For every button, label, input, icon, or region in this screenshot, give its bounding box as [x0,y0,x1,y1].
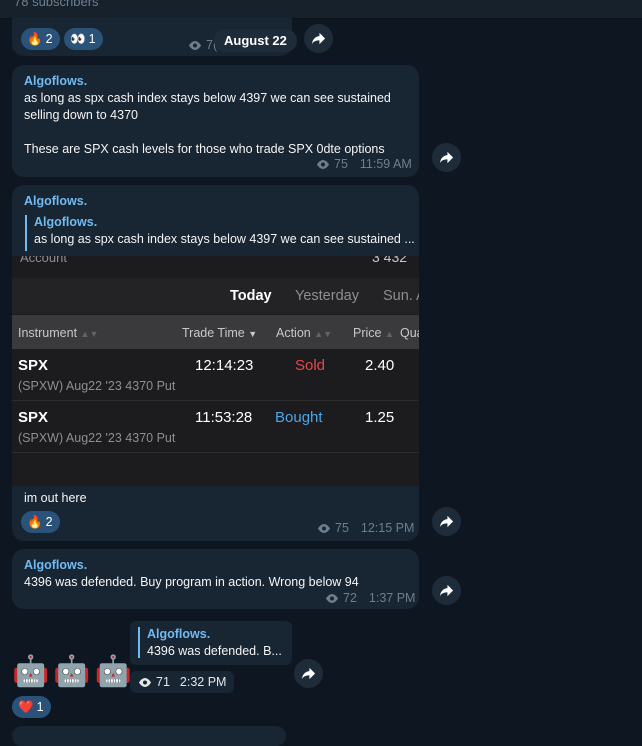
sort-desc-icon: ▼ [248,329,258,339]
sender-name[interactable]: Algoflows. [24,194,87,208]
reply-quote: Algoflows. 4396 was defended. B... [138,627,287,658]
message-bubble[interactable] [12,726,286,746]
share-icon [439,151,454,164]
subscribers-count: 78 subscribers [14,0,99,9]
column-price[interactable]: Price ▲ [353,326,394,340]
eye-icon [326,593,338,603]
row-symbol: SPX [18,357,49,374]
share-button[interactable] [432,143,461,172]
reaction-count: 2 [45,515,53,529]
date-separator: August 22 [214,29,297,52]
row-action-sold: Sold [295,357,326,374]
share-icon [311,32,326,45]
sort-icon: ▲▼ [80,329,99,339]
share-icon [439,515,454,528]
message-text-line: These are SPX cash levels for those who … [24,142,385,156]
view-count: 75 [334,157,348,171]
share-button[interactable] [432,576,461,605]
quote-sender: Algoflows. [34,215,98,229]
reaction-heart[interactable]: ❤️ 1 [12,696,51,718]
reaction-fire[interactable]: 🔥 2 [21,28,60,50]
message-bubble[interactable]: Algoflows. as long as spx cash index sta… [12,65,419,177]
message-meta: 75 12:15 PM [317,521,414,535]
table-row[interactable]: SPX (SPXW) Aug22 '23 4370 Put 11:53:28 B… [12,402,419,453]
message-text: 4396 was defended. Buy program in action… [24,575,359,589]
share-icon [301,667,316,680]
message-meta: 75 11:59 AM [316,157,412,171]
message-bubble[interactable]: Algoflows. 4396 was defended. Buy progra… [12,549,419,609]
reaction-count: 1 [36,700,44,714]
column-action[interactable]: Action ▲▼ [276,326,332,340]
reaction-eyes[interactable]: 👀 1 [64,28,103,50]
message-time: 11:59 AM [359,157,412,171]
column-quantity[interactable]: Qua [400,326,419,340]
reply-quote[interactable]: Algoflows. as long as spx cash index sta… [25,215,419,251]
fire-emoji: 🔥 [27,31,43,46]
row-price: 2.40 [365,357,395,374]
quote-sender: Algoflows. [147,627,211,641]
message-text-line: selling down to 4370 [24,108,138,122]
table-row[interactable]: SPX (SPXW) Aug22 '23 4370 Put 12:14:23 S… [12,350,419,401]
table-header: Instrument ▲▼ Trade Time ▼ Action ▲▼ Pri… [12,315,419,349]
message-meta: 7( [188,38,217,52]
message-time: 2:32 PM [179,675,227,689]
date-tabs: Today Yesterday Sun. A [12,278,419,314]
row-description: (SPXW) Aug22 '23 4370 Put [18,379,176,393]
view-count: 75 [335,521,349,535]
account-label-partial: Account [20,256,67,265]
row-time: 11:53:28 [195,409,253,426]
reply-preview[interactable]: Algoflows. 4396 was defended. B... [130,621,292,665]
sort-icon: ▲▼ [314,329,333,339]
message-meta: 72 1:37 PM [325,591,415,605]
column-trade-time[interactable]: Trade Time ▼ [182,326,257,340]
share-button[interactable] [304,24,333,53]
reaction-count: 2 [45,32,53,46]
robot-emoji: 🤖 [53,655,91,688]
message-bubble[interactable]: Algoflows. Algoflows. as long as spx cas… [12,185,419,541]
eye-icon [139,677,151,687]
view-count: 71 [156,675,170,689]
quote-text: as long as spx cash index stays below 43… [34,232,415,246]
row-price: 1.25 [365,409,395,426]
row-action-bought: Bought [275,409,323,426]
empty-row [12,453,419,486]
sender-name[interactable]: Algoflows. [24,74,87,88]
column-instrument[interactable]: Instrument ▲▼ [18,326,98,340]
message-text: im out here [24,491,87,505]
quote-text: 4396 was defended. B... [147,644,282,658]
tab-sunday[interactable]: Sun. A [383,288,419,304]
view-count: 72 [343,591,357,605]
tab-today[interactable]: Today [230,288,272,304]
share-icon [439,584,454,597]
account-value-partial: 3 432 [372,256,408,265]
eye-icon [189,40,201,50]
share-button[interactable] [432,507,461,536]
eye-icon [318,523,330,533]
robot-emoji: 🤖 [94,655,133,688]
reaction-fire[interactable]: 🔥 2 [21,511,60,533]
message-text-line: as long as spx cash index stays below 43… [24,91,391,105]
tab-yesterday[interactable]: Yesterday [295,288,359,304]
sort-icon: ▲ [384,329,394,339]
message-time: 12:15 PM [360,521,415,535]
row-symbol: SPX [18,409,49,426]
message-meta: 71 2:32 PM [130,671,235,693]
eyes-emoji: 👀 [70,31,86,46]
heart-emoji: ❤️ [18,699,34,714]
trade-history-screenshot[interactable]: Account 3 432 Today Yesterday Sun. A Ins… [12,256,419,486]
robot-emoji: 🤖 [12,655,50,688]
channel-header[interactable]: 78 subscribers [0,0,642,19]
sender-name[interactable]: Algoflows. [24,558,87,572]
row-time: 12:14:23 [195,357,254,374]
reaction-count: 1 [88,32,96,46]
fire-emoji: 🔥 [27,514,43,529]
emoji-message[interactable]: 🤖 🤖 🤖 [12,654,132,689]
message-time: 1:37 PM [368,591,416,605]
share-button[interactable] [294,659,323,688]
eye-icon [317,159,329,169]
row-description: (SPXW) Aug22 '23 4370 Put [18,431,176,445]
